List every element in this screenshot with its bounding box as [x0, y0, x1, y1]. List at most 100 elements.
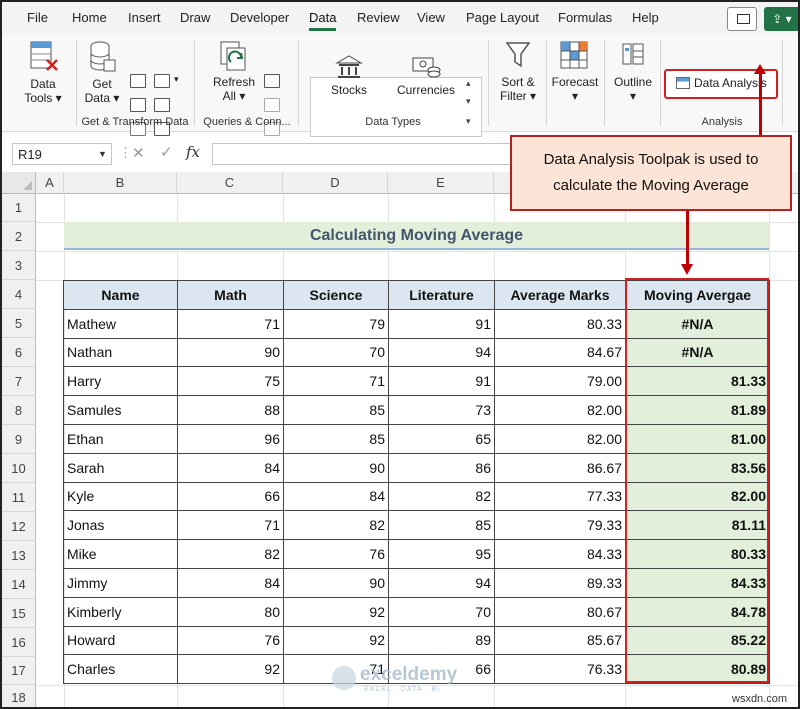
comments-button[interactable]	[727, 7, 757, 31]
queries-connections-icon[interactable]	[264, 74, 280, 88]
row-header-6[interactable]: 6	[2, 338, 36, 367]
cell-science[interactable]: 85	[283, 423, 389, 454]
menu-insert[interactable]: Insert	[128, 10, 161, 25]
outline-button[interactable]: Outline ▾	[610, 40, 656, 103]
insert-function-button[interactable]: fx	[186, 143, 200, 161]
cell-moving-average[interactable]: 81.00	[625, 423, 770, 454]
cell-average[interactable]: 82.00	[494, 395, 626, 425]
column-header-b[interactable]: B	[64, 172, 177, 194]
cell-moving-average[interactable]: 82.00	[625, 481, 770, 512]
cell-science[interactable]: 84	[283, 481, 389, 512]
cell-science[interactable]: 92	[283, 596, 389, 627]
cell-name[interactable]: Nathan	[63, 337, 178, 368]
cell-average[interactable]: 85.67	[494, 625, 626, 656]
cell-name[interactable]: Mathew	[63, 308, 178, 339]
row-header-8[interactable]: 8	[2, 396, 36, 425]
cell-science[interactable]: 92	[283, 625, 389, 656]
cell-average[interactable]: 82.00	[494, 423, 626, 454]
data-tools-button[interactable]: Data Tools ▾	[20, 40, 66, 105]
row-header-4[interactable]: 4	[2, 280, 36, 309]
cell-math[interactable]: 71	[177, 510, 284, 541]
cell-name[interactable]: Samules	[63, 395, 178, 425]
cell-science[interactable]: 70	[283, 337, 389, 368]
cell-math[interactable]: 66	[177, 481, 284, 512]
cell-literature[interactable]: 91	[388, 308, 495, 339]
menu-file[interactable]: File	[27, 10, 48, 25]
cell-name[interactable]: Charles	[63, 654, 178, 685]
row-header-13[interactable]: 13	[2, 541, 36, 570]
select-all-button[interactable]	[2, 172, 36, 194]
cell-average[interactable]: 89.33	[494, 567, 626, 598]
row-header-14[interactable]: 14	[2, 570, 36, 599]
menu-page-layout[interactable]: Page Layout	[466, 10, 539, 25]
formula-input[interactable]	[212, 143, 512, 165]
existing-connections-icon[interactable]	[154, 98, 170, 112]
menu-formulas[interactable]: Formulas	[558, 10, 612, 25]
menu-draw[interactable]: Draw	[180, 10, 210, 25]
cell-name[interactable]: Howard	[63, 625, 178, 656]
cell-name[interactable]: Jonas	[63, 510, 178, 541]
cell-math[interactable]: 82	[177, 539, 284, 569]
cell-literature[interactable]: 94	[388, 567, 495, 598]
cell-name[interactable]: Ethan	[63, 423, 178, 454]
row-header-17[interactable]: 17	[2, 657, 36, 685]
row-header-15[interactable]: 15	[2, 599, 36, 628]
column-header-a[interactable]: A	[36, 172, 64, 194]
cell-average[interactable]: 76.33	[494, 654, 626, 685]
column-header-c[interactable]: C	[177, 172, 283, 194]
cancel-icon[interactable]: ✕	[132, 144, 145, 162]
row-header-2[interactable]: 2	[2, 222, 36, 251]
row-header-1[interactable]: 1	[2, 194, 36, 222]
cell-average[interactable]: 80.67	[494, 596, 626, 627]
cell-math[interactable]: 84	[177, 452, 284, 483]
header-average-marks[interactable]: Average Marks	[494, 280, 626, 310]
cell-moving-average[interactable]: 84.33	[625, 567, 770, 598]
header-science[interactable]: Science	[283, 280, 389, 310]
cell-moving-average[interactable]: #N/A	[625, 337, 770, 368]
row-header-12[interactable]: 12	[2, 512, 36, 541]
properties-icon[interactable]	[264, 98, 280, 112]
cell-science[interactable]: 82	[283, 510, 389, 541]
cell-moving-average[interactable]: 84.78	[625, 596, 770, 627]
cell-name[interactable]: Sarah	[63, 452, 178, 483]
cell-science[interactable]: 71	[283, 366, 389, 397]
cell-science[interactable]: 79	[283, 308, 389, 339]
cell-moving-average[interactable]: 80.89	[625, 654, 770, 685]
cell-moving-average[interactable]: 80.33	[625, 539, 770, 569]
from-text-icon[interactable]	[130, 74, 146, 88]
cell-average[interactable]: 79.00	[494, 366, 626, 397]
header-math[interactable]: Math	[177, 280, 284, 310]
get-data-button[interactable]: Get Data ▾	[82, 40, 122, 105]
menu-developer[interactable]: Developer	[230, 10, 289, 25]
cell-moving-average[interactable]: 81.89	[625, 395, 770, 425]
sort-filter-button[interactable]: Sort & Filter ▾	[494, 40, 542, 103]
cell-moving-average[interactable]: 81.33	[625, 366, 770, 397]
cell-name[interactable]: Kyle	[63, 481, 178, 512]
forecast-button[interactable]: Forecast ▾	[550, 40, 600, 103]
stocks-button[interactable]: Stocks	[324, 54, 374, 97]
share-button[interactable]: ⇪ ▾	[764, 7, 798, 31]
cell-math[interactable]: 96	[177, 423, 284, 454]
cell-literature[interactable]: 65	[388, 423, 495, 454]
cell-math[interactable]: 92	[177, 654, 284, 685]
cell-literature[interactable]: 86	[388, 452, 495, 483]
sheet-title[interactable]: Calculating Moving Average	[64, 222, 769, 250]
chevron-down-icon[interactable]: ▼	[98, 149, 107, 159]
row-header-7[interactable]: 7	[2, 367, 36, 396]
from-web-icon[interactable]	[130, 98, 146, 112]
cell-name[interactable]: Jimmy	[63, 567, 178, 598]
cell-literature[interactable]: 95	[388, 539, 495, 569]
recent-sources-icon[interactable]	[154, 74, 170, 88]
cell-average[interactable]: 84.67	[494, 337, 626, 368]
cell-name[interactable]: Harry	[63, 366, 178, 397]
menu-view[interactable]: View	[417, 10, 445, 25]
cell-literature[interactable]: 91	[388, 366, 495, 397]
cell-name[interactable]: Mike	[63, 539, 178, 569]
cell-math[interactable]: 71	[177, 308, 284, 339]
column-header-d[interactable]: D	[283, 172, 388, 194]
cell-average[interactable]: 77.33	[494, 481, 626, 512]
cell-literature[interactable]: 73	[388, 395, 495, 425]
cell-science[interactable]: 90	[283, 567, 389, 598]
cell-science[interactable]: 90	[283, 452, 389, 483]
cell-literature[interactable]: 94	[388, 337, 495, 368]
